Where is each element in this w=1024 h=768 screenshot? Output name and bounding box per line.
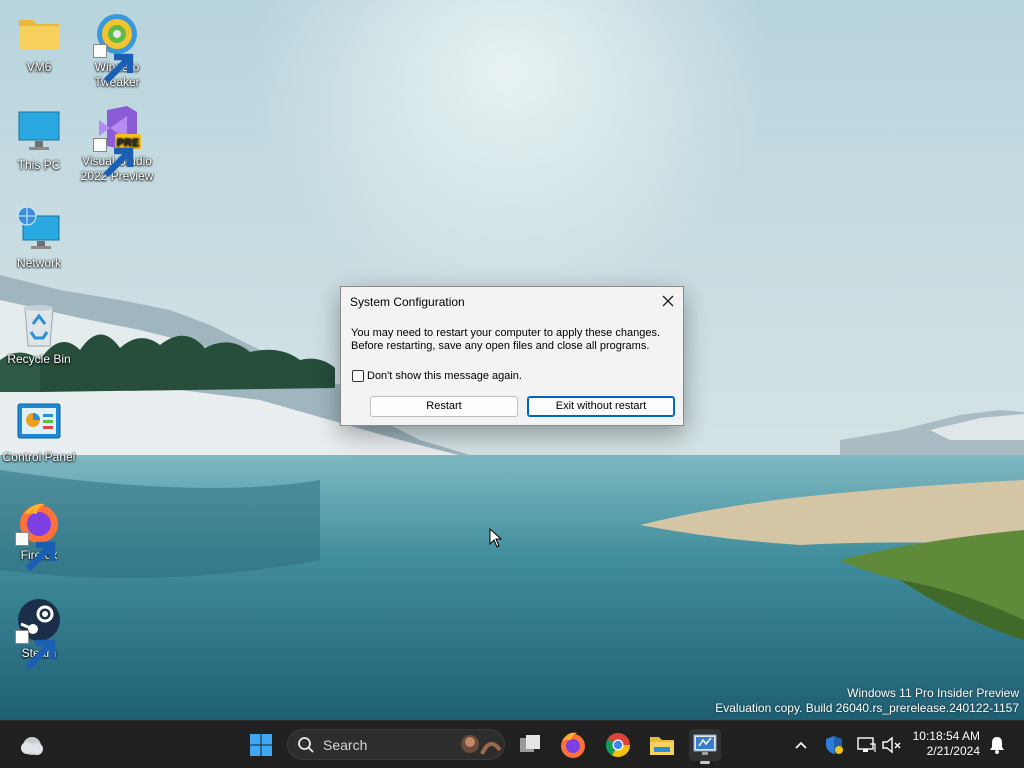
search-placeholder: Search [323, 737, 368, 753]
shortcut-arrow-icon [15, 630, 56, 670]
taskbar-clock[interactable]: 10:18:54 AM 2/21/2024 [913, 729, 980, 759]
firefox-icon [561, 732, 585, 758]
close-icon [662, 295, 674, 307]
desktop-icon-steam[interactable]: Steam [0, 596, 78, 670]
visual-studio-icon: PRE [93, 104, 141, 178]
desktop-icon-label: Network [16, 256, 61, 270]
desktop-icon-label: Control Panel [2, 450, 76, 464]
dont-show-again-checkbox[interactable] [352, 370, 364, 382]
file-explorer-icon [650, 737, 674, 755]
desktop-icon-visual-studio[interactable]: PRE Visual Studio 2022 Preview [78, 104, 156, 184]
active-app-indicator [700, 761, 710, 764]
monitor-icon [15, 108, 63, 156]
watermark-edition: Windows 11 Pro Insider Preview [847, 686, 1019, 700]
desktop-icon-recycle-bin[interactable]: Recycle Bin [0, 302, 78, 367]
desktop-icon-label: This PC [17, 158, 61, 172]
desktop-icon-network[interactable]: Network [0, 206, 78, 271]
desktop-icon-label: Recycle Bin [7, 352, 71, 366]
notification-center-button[interactable] [986, 734, 1008, 756]
desktop-icon-this-pc[interactable]: This PC [0, 108, 78, 173]
chrome-icon [605, 733, 630, 758]
desktop-icon-control-panel[interactable]: Control Panel [0, 400, 78, 465]
start-icon [250, 734, 272, 756]
folder-icon [15, 10, 63, 58]
shortcut-arrow-icon [93, 44, 134, 84]
network-icon [857, 737, 876, 752]
file-explorer-taskbar-button[interactable] [646, 729, 678, 761]
chrome-taskbar-button[interactable] [602, 729, 634, 761]
mouse-pointer-icon [489, 528, 503, 548]
evaluation-watermark: Windows 11 Pro Insider Preview Evaluatio… [715, 686, 1019, 716]
search-highlight-art-icon [456, 732, 502, 757]
shortcut-arrow-icon [15, 532, 56, 572]
firefox-taskbar-button[interactable] [557, 729, 589, 761]
clock-date: 2/21/2024 [926, 744, 980, 758]
shortcut-arrow-icon [93, 138, 134, 178]
dialog-title: System Configuration [350, 295, 465, 309]
start-button[interactable] [245, 729, 277, 761]
windows-security-tray[interactable] [823, 734, 845, 756]
dialog-message-line1: You may need to restart your computer to… [351, 327, 660, 339]
close-button[interactable] [659, 292, 677, 310]
defender-icon [826, 736, 843, 754]
control-panel-icon [15, 400, 63, 448]
widgets-weather-icon[interactable] [16, 729, 48, 761]
desktop-icon-firefox[interactable]: Firefox [0, 498, 78, 572]
restart-button[interactable]: Restart [370, 396, 518, 417]
volume-tray[interactable] [880, 734, 902, 756]
desktop-icon-label: VM6 [26, 60, 52, 74]
desktop-icon-winaero-tweaker[interactable]: Winaero Tweaker [78, 10, 156, 90]
steam-icon [15, 596, 63, 670]
system-configuration-taskbar-button[interactable] [689, 729, 721, 764]
recycle-bin-icon [15, 302, 63, 350]
clock-time: 10:18:54 AM [912, 729, 980, 743]
watermark-build: Evaluation copy. Build 26040.rs_prerelea… [715, 701, 1019, 715]
winaero-tweaker-icon [93, 10, 141, 84]
search-icon [297, 736, 315, 754]
network-tray[interactable] [855, 734, 877, 756]
notification-bell-icon [990, 737, 1004, 754]
chevron-up-icon [795, 741, 807, 749]
taskbar-search-box[interactable]: Search [287, 729, 505, 760]
exit-without-restart-button[interactable]: Exit without restart [527, 396, 675, 417]
dont-show-again-label: Don't show this message again. [367, 370, 522, 382]
dialog-message-line2: Before restarting, save any open files a… [351, 340, 650, 352]
desktop-icon-vm6[interactable]: VM6 [0, 10, 78, 75]
show-hidden-icons-button[interactable] [790, 734, 812, 756]
dialog-message: You may need to restart your computer to… [351, 327, 671, 353]
volume-muted-icon [882, 736, 901, 754]
firefox-icon [15, 498, 63, 572]
task-view-button[interactable] [514, 729, 546, 761]
system-configuration-icon [693, 734, 717, 755]
system-configuration-dialog: System Configuration You may need to res… [340, 286, 684, 426]
dont-show-again-option[interactable]: Don't show this message again. [352, 370, 522, 382]
network-globe-icon [15, 206, 63, 254]
task-view-icon [520, 735, 540, 752]
taskbar: Search 10:18:54 AM 2/21/2024 [0, 720, 1024, 768]
